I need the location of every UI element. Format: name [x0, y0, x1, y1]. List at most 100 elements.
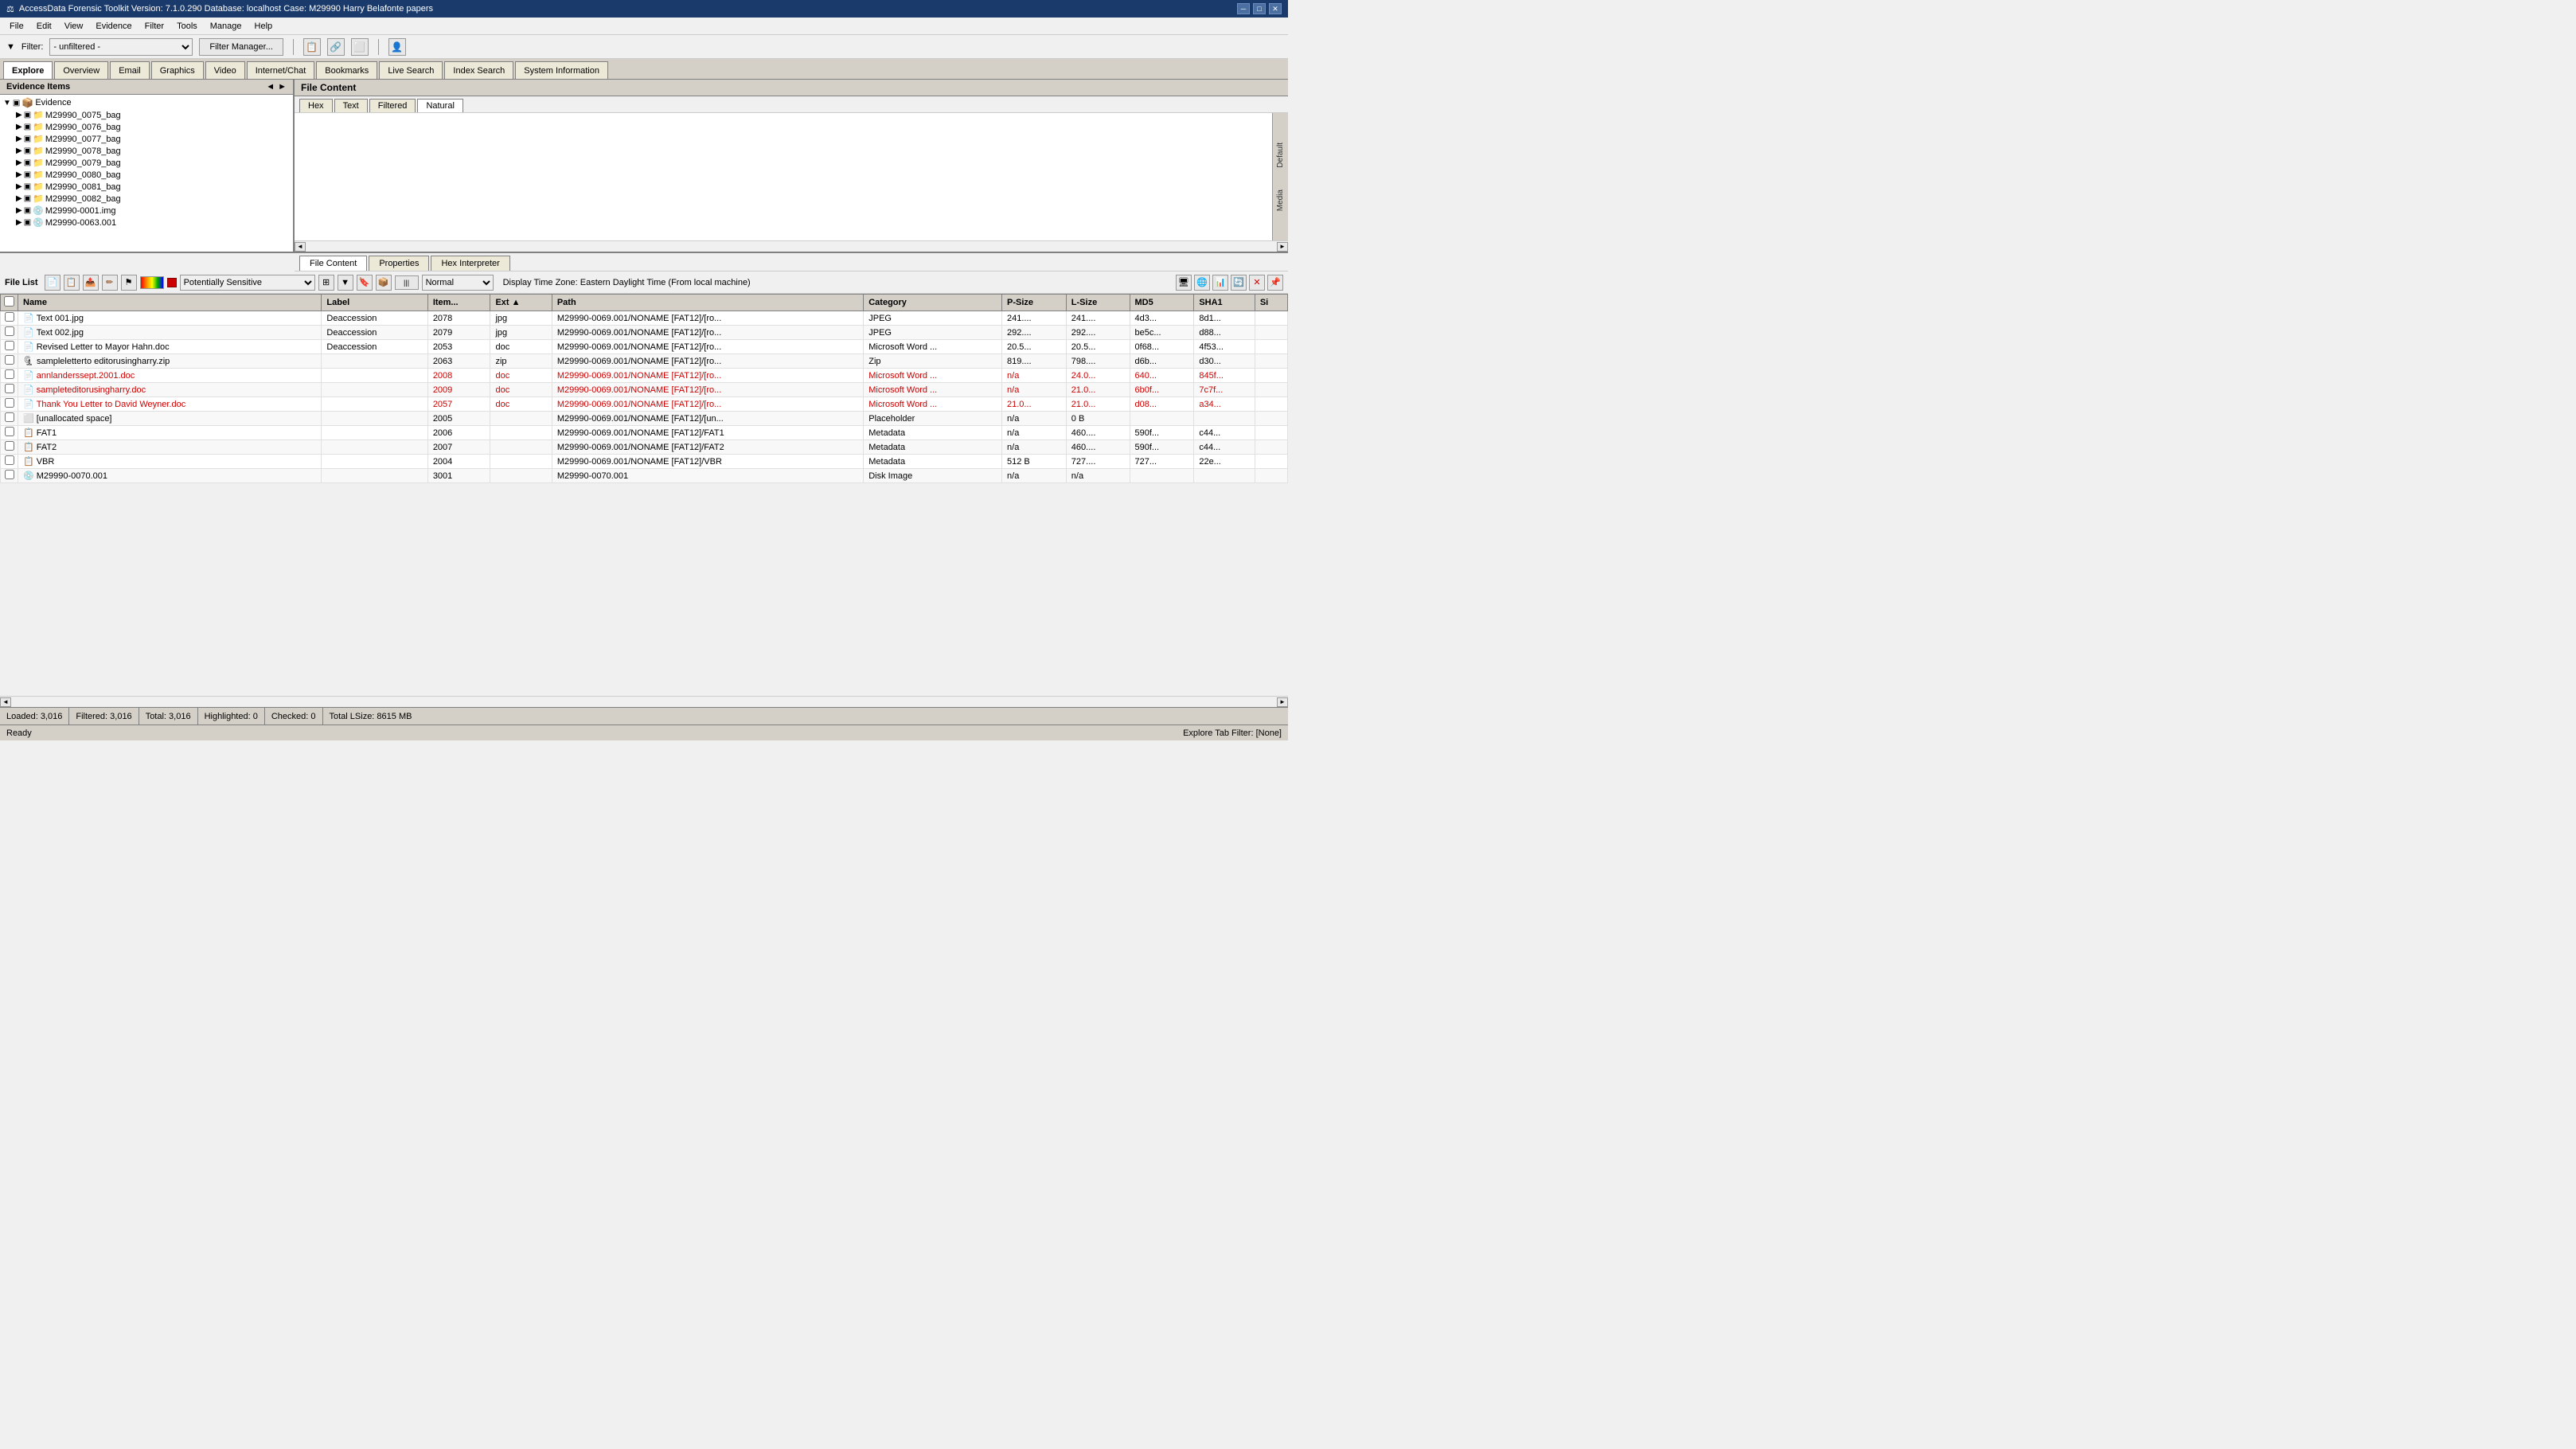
col-psize[interactable]: P-Size — [1002, 295, 1067, 311]
tab-video[interactable]: Video — [205, 61, 245, 79]
tree-item-bag-0077[interactable]: ▶ ▣ 📁 M29990_0077_bag — [2, 133, 291, 145]
bottom-tab-properties[interactable]: Properties — [369, 256, 429, 271]
row-checkbox[interactable] — [1, 397, 18, 412]
menu-tools[interactable]: Tools — [170, 20, 204, 33]
tree-item-bag-0082[interactable]: ▶ ▣ 📁 M29990_0082_bag — [2, 193, 291, 205]
col-ext[interactable]: Ext ▲ — [490, 295, 552, 311]
col-lsize[interactable]: L-Size — [1066, 295, 1130, 311]
scroll-right-button[interactable]: ► — [1277, 242, 1288, 252]
square-icon-button[interactable]: ⬜ — [351, 38, 369, 56]
minimize-button[interactable]: ─ — [1237, 3, 1250, 14]
tab-graphics[interactable]: Graphics — [151, 61, 204, 79]
columns-button[interactable]: ⊞ — [318, 275, 334, 291]
default-panel-label[interactable]: Default — [1274, 139, 1286, 171]
bookmark-icon-button[interactable]: 📋 — [303, 38, 321, 56]
tree-item-bag-0078[interactable]: ▶ ▣ 📁 M29990_0078_bag — [2, 145, 291, 157]
horizontal-scrollbar[interactable]: ◄ ► — [0, 696, 1288, 707]
col-label[interactable]: Label — [322, 295, 427, 311]
table-row[interactable]: 📄sampleteditorusingharry.doc2009docM2999… — [1, 383, 1288, 397]
export-button[interactable]: 📤 — [83, 275, 99, 291]
view-toggle-button[interactable]: ||| — [395, 275, 419, 290]
tree-item-evidence-root[interactable]: ▼ ▣ 📦 Evidence — [2, 96, 291, 109]
col-checkbox[interactable] — [1, 295, 18, 311]
content-tab-filtered[interactable]: Filtered — [369, 99, 416, 112]
tab-email[interactable]: Email — [110, 61, 150, 79]
content-tab-natural[interactable]: Natural — [417, 99, 463, 112]
content-tab-text[interactable]: Text — [334, 99, 368, 112]
refresh-button[interactable]: 🔄 — [1231, 275, 1247, 291]
tree-checkbox[interactable]: ▣ — [24, 123, 31, 131]
select-all-checkbox[interactable] — [4, 296, 14, 307]
scroll-right-btn[interactable]: ► — [1277, 697, 1288, 707]
scroll-left-btn[interactable]: ◄ — [0, 697, 11, 707]
status-dropdown[interactable]: Normal — [422, 275, 494, 291]
label-dropdown[interactable]: Potentially Sensitive — [180, 275, 315, 291]
add-to-bookmark-button[interactable]: 🔖 — [357, 275, 373, 291]
tree-item-bag-0081[interactable]: ▶ ▣ 📁 M29990_0081_bag — [2, 181, 291, 193]
tree-checkbox[interactable]: ▣ — [24, 146, 31, 155]
table-row[interactable]: 📋VBR2004M29990-0069.001/NONAME [FAT12]/V… — [1, 455, 1288, 469]
col-md5[interactable]: MD5 — [1130, 295, 1194, 311]
filter-dropdown[interactable]: - unfiltered - — [49, 38, 193, 56]
table-row[interactable]: 📄Thank You Letter to David Weyner.doc205… — [1, 397, 1288, 412]
table-row[interactable]: 💿M29990-0070.0013001M29990-0070.001Disk … — [1, 469, 1288, 483]
row-checkbox[interactable] — [1, 455, 18, 469]
table-row[interactable]: 📄Revised Letter to Mayor Hahn.docDeacces… — [1, 340, 1288, 354]
tree-checkbox[interactable]: ▣ — [24, 218, 31, 227]
close-list-button[interactable]: ✕ — [1249, 275, 1265, 291]
row-checkbox[interactable] — [1, 412, 18, 426]
tree-item-bag-0075[interactable]: ▶ ▣ 📁 M29990_0075_bag — [2, 109, 291, 121]
tree-checkbox[interactable]: ▣ — [13, 99, 20, 107]
columns-dropdown-button[interactable]: ▼ — [338, 275, 353, 291]
tree-checkbox[interactable]: ▣ — [24, 170, 31, 179]
filter-manager-button[interactable]: Filter Manager... — [199, 38, 283, 56]
tree-checkbox[interactable]: ▣ — [24, 182, 31, 191]
tree-item-bag-0079[interactable]: ▶ ▣ 📁 M29990_0079_bag — [2, 157, 291, 169]
table-row[interactable]: 📄Text 002.jpgDeaccession2079jpgM29990-00… — [1, 326, 1288, 340]
table-row[interactable]: 🗜sampleletterto editorusingharry.zip2063… — [1, 354, 1288, 369]
col-category[interactable]: Category — [864, 295, 1002, 311]
tree-checkbox[interactable]: ▣ — [24, 158, 31, 167]
chart-button[interactable]: 📊 — [1212, 275, 1228, 291]
menu-filter[interactable]: Filter — [139, 20, 170, 33]
color-picker-button[interactable] — [140, 276, 164, 289]
nav-forward-arrow[interactable]: ► — [278, 82, 287, 92]
scroll-left-button[interactable]: ◄ — [295, 242, 306, 252]
tab-system-information[interactable]: System Information — [515, 61, 608, 79]
tree-item-bag-0080[interactable]: ▶ ▣ 📁 M29990_0080_bag — [2, 169, 291, 181]
flag-button[interactable]: ⚑ — [121, 275, 137, 291]
table-row[interactable]: 📄annlanderssept.2001.doc2008docM29990-00… — [1, 369, 1288, 383]
row-checkbox[interactable] — [1, 354, 18, 369]
tree-checkbox[interactable]: ▣ — [24, 206, 31, 215]
nav-back-arrow[interactable]: ◄ — [266, 82, 275, 92]
pin-button[interactable]: 📌 — [1267, 275, 1283, 291]
row-checkbox[interactable] — [1, 440, 18, 455]
copy-item-button[interactable]: 📋 — [64, 275, 80, 291]
row-checkbox[interactable] — [1, 311, 18, 326]
tree-item-item-0063[interactable]: ▶ ▣ 💿 M29990-0063.001 — [2, 217, 291, 228]
row-checkbox[interactable] — [1, 340, 18, 354]
screenshot-button[interactable]: 🖥 — [1176, 275, 1192, 291]
tree-checkbox[interactable]: ▣ — [24, 135, 31, 143]
row-checkbox[interactable] — [1, 326, 18, 340]
table-row[interactable]: ⬜[unallocated space]2005M29990-0069.001/… — [1, 412, 1288, 426]
new-item-button[interactable]: 📄 — [45, 275, 60, 291]
col-name[interactable]: Name — [18, 295, 322, 311]
tab-explore[interactable]: Explore — [3, 61, 53, 79]
col-path[interactable]: Path — [552, 295, 863, 311]
tab-bookmarks[interactable]: Bookmarks — [316, 61, 377, 79]
row-checkbox[interactable] — [1, 383, 18, 397]
content-tab-hex[interactable]: Hex — [299, 99, 333, 112]
menu-manage[interactable]: Manage — [204, 20, 248, 33]
bottom-tab-hex-interpreter[interactable]: Hex Interpreter — [431, 256, 509, 271]
tree-item-img-0001[interactable]: ▶ ▣ 💿 M29990-0001.img — [2, 205, 291, 217]
table-row[interactable]: 📋FAT12006M29990-0069.001/NONAME [FAT12]/… — [1, 426, 1288, 440]
tree-checkbox[interactable]: ▣ — [24, 111, 31, 119]
row-checkbox[interactable] — [1, 426, 18, 440]
close-button[interactable]: ✕ — [1269, 3, 1282, 14]
tab-live-search[interactable]: Live Search — [379, 61, 443, 79]
user-icon-button[interactable]: 👤 — [388, 38, 406, 56]
export2-button[interactable]: 📦 — [376, 275, 392, 291]
table-row[interactable]: 📋FAT22007M29990-0069.001/NONAME [FAT12]/… — [1, 440, 1288, 455]
tab-internet-chat[interactable]: Internet/Chat — [247, 61, 315, 79]
